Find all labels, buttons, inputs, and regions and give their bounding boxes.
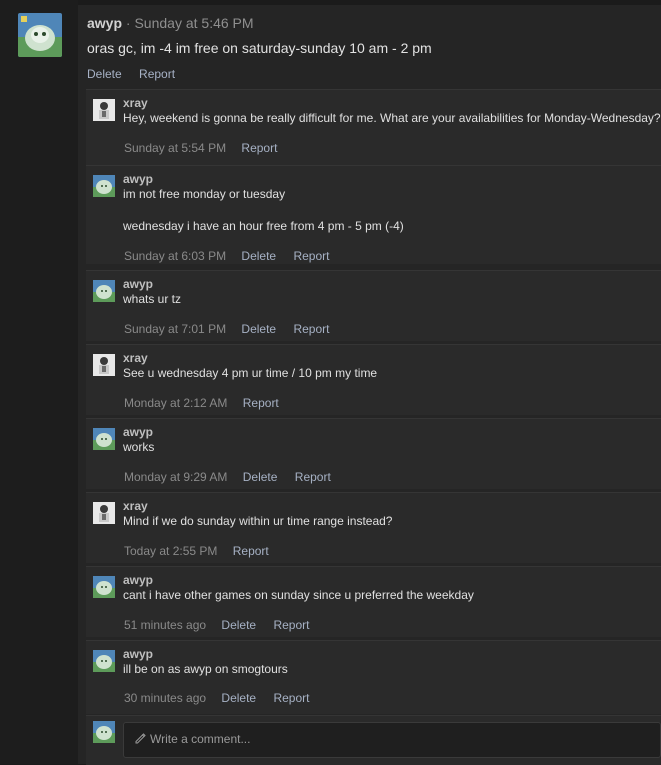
comment-avatar[interactable] xyxy=(93,650,115,672)
report-button[interactable]: Report xyxy=(273,618,309,632)
comment-text: ill be on as awyp on smogtours xyxy=(123,662,288,676)
xray-avatar-image xyxy=(93,502,115,524)
comment-text: Mind if we do sunday within ur time rang… xyxy=(123,514,393,528)
awyp-avatar-image xyxy=(93,650,115,672)
delete-button[interactable]: Delete xyxy=(221,618,256,632)
comment-timestamp[interactable]: 51 minutes ago xyxy=(124,618,206,632)
delete-button[interactable]: Delete xyxy=(221,691,256,705)
report-button[interactable]: Report xyxy=(295,470,331,484)
comment-input-box[interactable] xyxy=(123,722,661,758)
comment-avatar[interactable] xyxy=(93,280,115,302)
main-post-timestamp[interactable]: Sunday at 5:46 PM xyxy=(134,15,253,31)
report-button[interactable]: Report xyxy=(241,141,277,155)
comment-meta: Monday at 9:29 AM Delete Report xyxy=(124,470,345,484)
comment-meta: Sunday at 7:01 PM Delete Report xyxy=(124,322,343,336)
comment-timestamp[interactable]: Today at 2:55 PM xyxy=(124,544,217,558)
comment-username[interactable]: awyp xyxy=(123,277,153,291)
comment-username[interactable]: awyp xyxy=(123,573,153,587)
awyp-avatar-image xyxy=(18,13,62,57)
main-post-actions: Delete Report xyxy=(87,66,189,82)
comment-username[interactable]: awyp xyxy=(123,172,153,186)
comment-username[interactable]: xray xyxy=(123,351,148,365)
comment-timestamp[interactable]: Sunday at 7:01 PM xyxy=(124,322,226,336)
comment-avatar[interactable] xyxy=(93,99,115,121)
xray-avatar-image xyxy=(93,99,115,121)
comment-avatar[interactable] xyxy=(93,354,115,376)
comment-username[interactable]: xray xyxy=(123,96,148,110)
composer-avatar xyxy=(93,721,115,743)
delete-button[interactable]: Delete xyxy=(87,67,122,81)
comment-text: im not free monday or tuesday wednesday … xyxy=(123,187,404,233)
awyp-avatar-image xyxy=(93,721,115,743)
left-gutter xyxy=(0,0,78,764)
xray-avatar-image xyxy=(93,354,115,376)
comment-username[interactable]: awyp xyxy=(123,425,153,439)
comment-avatar[interactable] xyxy=(93,428,115,450)
main-post-body: oras gc, im -4 im free on saturday-sunda… xyxy=(87,40,432,56)
comment-timestamp[interactable]: Monday at 2:12 AM xyxy=(124,396,227,410)
comment-timestamp[interactable]: 30 minutes ago xyxy=(124,691,206,705)
comment-text: whats ur tz xyxy=(123,292,182,306)
comment-username[interactable]: awyp xyxy=(123,647,153,661)
comment-timestamp[interactable]: Monday at 9:29 AM xyxy=(124,470,227,484)
comment-item: awyp im not free monday or tuesday wedne… xyxy=(86,165,661,264)
awyp-avatar-image xyxy=(93,428,115,450)
delete-button[interactable]: Delete xyxy=(241,249,276,263)
main-post-avatar[interactable] xyxy=(18,13,62,57)
comment-timestamp[interactable]: Sunday at 5:54 PM xyxy=(124,141,226,155)
awyp-avatar-image xyxy=(93,280,115,302)
comment-text: cant i have other games on sunday since … xyxy=(123,588,474,602)
comment-meta: Today at 2:55 PM Report xyxy=(124,544,283,558)
delete-button[interactable]: Delete xyxy=(243,470,278,484)
comment-item: awyp cant i have other games on sunday s… xyxy=(86,566,661,637)
main-post-header: awyp · Sunday at 5:46 PM xyxy=(87,14,254,32)
comment-item: xray Mind if we do sunday within ur time… xyxy=(86,492,661,563)
comment-composer xyxy=(86,715,661,765)
comment-input[interactable] xyxy=(148,731,642,747)
comment-timestamp[interactable]: Sunday at 6:03 PM xyxy=(124,249,226,263)
report-button[interactable]: Report xyxy=(139,67,175,81)
delete-button[interactable]: Delete xyxy=(241,322,276,336)
comment-text: works xyxy=(123,440,155,454)
comment-username[interactable]: xray xyxy=(123,499,148,513)
report-button[interactable]: Report xyxy=(273,691,309,705)
report-button[interactable]: Report xyxy=(243,396,279,410)
header-separator: · xyxy=(125,15,131,31)
comment-item: xray Hey, weekend is gonna be really dif… xyxy=(86,89,661,166)
comment-item: xray See u wednesday 4 pm ur time / 10 p… xyxy=(86,344,661,415)
report-button[interactable]: Report xyxy=(293,322,329,336)
comment-meta: 51 minutes ago Delete Report xyxy=(124,618,323,632)
comment-text: See u wednesday 4 pm ur time / 10 pm my … xyxy=(123,366,378,380)
comment-text: Hey, weekend is gonna be really difficul… xyxy=(123,111,661,125)
pencil-icon xyxy=(134,732,146,746)
awyp-avatar-image xyxy=(93,175,115,197)
comment-avatar[interactable] xyxy=(93,175,115,197)
awyp-avatar-image xyxy=(93,576,115,598)
comment-item: awyp ill be on as awyp on smogtours 30 m… xyxy=(86,640,661,714)
comment-meta: Sunday at 6:03 PM Delete Report xyxy=(124,249,343,263)
comment-meta: 30 minutes ago Delete Report xyxy=(124,691,323,705)
comment-item: awyp works Monday at 9:29 AM Delete Repo… xyxy=(86,418,661,489)
comment-meta: Monday at 2:12 AM Report xyxy=(124,396,293,410)
comment-avatar[interactable] xyxy=(93,576,115,598)
main-post-username[interactable]: awyp xyxy=(87,15,122,31)
comment-meta: Sunday at 5:54 PM Report xyxy=(124,141,291,155)
report-button[interactable]: Report xyxy=(293,249,329,263)
report-button[interactable]: Report xyxy=(233,544,269,558)
comment-avatar[interactable] xyxy=(93,502,115,524)
comment-item: awyp whats ur tz Sunday at 7:01 PM Delet… xyxy=(86,270,661,341)
